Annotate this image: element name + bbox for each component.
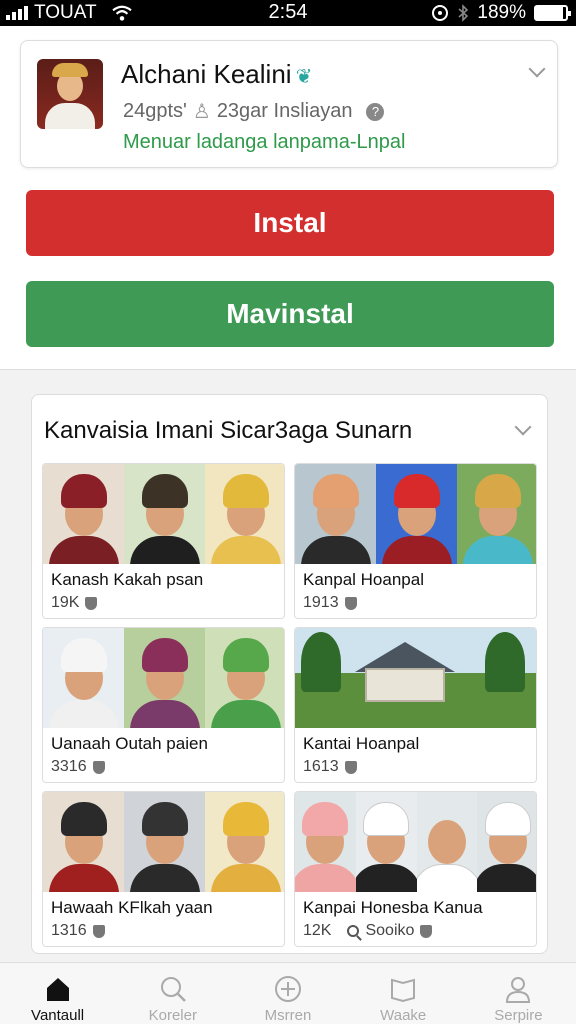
tile-image — [43, 792, 284, 892]
gallery-tile[interactable]: Kanpai Honesba Kanua 12K Sooiko — [294, 791, 537, 947]
tile-image — [43, 628, 284, 728]
plus-circle-icon — [275, 976, 301, 1002]
tile-count: 1913 — [303, 594, 357, 612]
tile-name: Uanaah Outah paien — [51, 734, 208, 753]
tile-name: Kanpai Honesba Kanua — [303, 898, 483, 917]
tile-count: 1316 — [51, 922, 105, 940]
shield-icon — [85, 596, 98, 610]
person-icon: ♙ — [192, 101, 211, 123]
nav-search[interactable]: Koreler — [115, 963, 230, 1024]
book-icon — [391, 978, 416, 1003]
tile-count: 12K Sooiko — [303, 922, 433, 940]
nav-home[interactable]: Vantaull — [0, 963, 115, 1024]
search-icon — [160, 977, 186, 1002]
app-title: Alchani Kealini ❦ — [121, 59, 313, 89]
nav-add[interactable]: Msrren — [230, 963, 345, 1024]
tile-image — [43, 464, 284, 564]
bottom-nav: Vantaull Koreler Msrren Waake Serpire — [0, 962, 576, 1024]
tile-name: Kanpal Hoanpal — [303, 570, 424, 589]
chevron-down-icon[interactable] — [514, 418, 532, 436]
tile-name: Kanash Kakah psan — [51, 570, 204, 589]
shield-icon — [92, 760, 105, 774]
battery-icon — [534, 5, 571, 21]
app-header-area: Alchani Kealini ❦ 24gpts' ♙ 23gar Insliay… — [0, 26, 576, 370]
gallery-tile[interactable]: Kantai Hoanpal 1613 — [294, 627, 537, 783]
profile-icon — [506, 977, 531, 1003]
tile-name: Hawaah KFlkah yaan — [51, 898, 213, 917]
shield-icon — [344, 760, 357, 774]
gallery-tile[interactable]: Kanash Kakah psan 19K — [42, 463, 285, 619]
uninstall-button[interactable]: Mavinstal — [26, 281, 554, 347]
shield-icon — [92, 924, 105, 938]
shield-icon — [420, 924, 433, 938]
chevron-down-icon[interactable] — [528, 60, 546, 78]
sync-icon — [432, 5, 449, 21]
leaf-icon: ❦ — [295, 66, 313, 88]
battery-percent: 189% — [477, 2, 526, 23]
status-bar: TOUAT 2:54 189% — [0, 0, 576, 26]
nav-label: Koreler — [148, 1007, 197, 1024]
tile-image — [295, 792, 536, 892]
tile-image — [295, 464, 536, 564]
app-subtitle: Menuar ladanga lanpama-Lnpal — [123, 131, 406, 153]
tile-count: 1613 — [303, 758, 357, 776]
tile-name: Kantai Hoanpal — [303, 734, 420, 753]
app-meta: 24gpts' ♙ 23gar Insliayan ? — [123, 99, 385, 124]
tile-image — [295, 628, 536, 728]
gallery-tile[interactable]: Uanaah Outah paien 3316 — [42, 627, 285, 783]
tile-count: 3316 — [51, 758, 105, 776]
nav-label: Msrren — [264, 1007, 312, 1024]
gallery-tile[interactable]: Hawaah KFlkah yaan 1316 — [42, 791, 285, 947]
nav-profile[interactable]: Serpire — [461, 963, 576, 1024]
gallery-card: Kanvaisia Imani Sicar3aga Sunarn Kanash … — [31, 394, 548, 954]
tile-count: 19K — [51, 594, 98, 612]
nav-library[interactable]: Waake — [346, 963, 461, 1024]
info-icon[interactable]: ? — [366, 102, 385, 121]
bluetooth-icon — [458, 4, 469, 22]
install-button[interactable]: Instal — [26, 190, 554, 256]
app-info-card[interactable]: Alchani Kealini ❦ 24gpts' ♙ 23gar Insliay… — [20, 40, 558, 168]
shield-icon — [344, 596, 357, 610]
gallery-title: Kanvaisia Imani Sicar3aga Sunarn — [44, 417, 413, 444]
app-icon — [37, 59, 103, 129]
nav-label: Vantaull — [31, 1007, 85, 1024]
home-icon — [46, 978, 69, 1001]
nav-label: Serpire — [494, 1007, 543, 1024]
gallery-tile[interactable]: Kanpal Hoanpal 1913 — [294, 463, 537, 619]
search-icon — [347, 925, 360, 937]
nav-label: Waake — [380, 1007, 427, 1024]
